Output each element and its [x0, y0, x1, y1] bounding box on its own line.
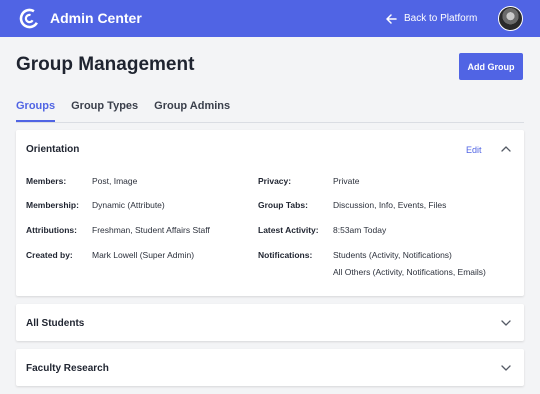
group-card-all-students[interactable] — [16, 304, 524, 341]
tabs-divider — [16, 122, 524, 123]
app-title: Admin Center — [50, 10, 142, 26]
group-name: All Students — [26, 318, 85, 329]
members-value: Post, Image — [92, 176, 138, 186]
created-by-label: Created by: — [26, 250, 73, 260]
notifications-label: Notifications: — [258, 250, 313, 260]
privacy-value: Private — [333, 176, 360, 186]
latest-activity-label: Latest Activity: — [258, 225, 319, 235]
chevron-down-icon[interactable] — [501, 320, 511, 326]
notifications-value: Students (Activity, Notifications) — [333, 250, 452, 260]
edit-group-link[interactable]: Edit — [466, 145, 482, 155]
top-bar: Admin Center Back to Platform — [0, 0, 540, 37]
group-tabs-value: Discussion, Info, Events, Files — [333, 200, 447, 210]
chevron-up-icon[interactable] — [501, 146, 511, 152]
membership-label: Membership: — [26, 200, 79, 210]
membership-value: Dynamic (Attribute) — [92, 200, 165, 210]
attributions-value: Freshman, Student Affairs Staff — [92, 225, 210, 235]
tab-bar: Groups Group Types Group Admins — [16, 98, 246, 122]
created-by-value: Mark Lowell (Super Admin) — [92, 250, 195, 260]
user-avatar[interactable] — [498, 6, 523, 31]
app-logo-icon[interactable] — [19, 8, 40, 29]
group-name: Faculty Research — [26, 363, 109, 374]
group-tabs-label: Group Tabs: — [258, 200, 308, 210]
tab-group-admins[interactable]: Group Admins — [154, 98, 230, 122]
latest-activity-value: 8:53am Today — [333, 225, 387, 235]
members-label: Members: — [26, 176, 67, 186]
privacy-label: Privacy: — [258, 176, 292, 186]
notifications-value-2: All Others (Activity, Notifications, Ema… — [333, 267, 486, 277]
tab-group-types[interactable]: Group Types — [71, 98, 138, 122]
back-to-platform-label: Back to Platform — [404, 13, 478, 24]
attributions-label: Attributions: — [26, 225, 77, 235]
tab-groups[interactable]: Groups — [16, 98, 56, 122]
arrow-left-icon — [386, 13, 397, 24]
group-name: Orientation — [26, 144, 80, 155]
back-to-platform-link[interactable]: Back to Platform — [386, 11, 477, 26]
add-group-button[interactable]: Add Group — [459, 53, 523, 80]
page-title: Group Management — [16, 54, 195, 75]
chevron-down-icon[interactable] — [501, 365, 511, 371]
